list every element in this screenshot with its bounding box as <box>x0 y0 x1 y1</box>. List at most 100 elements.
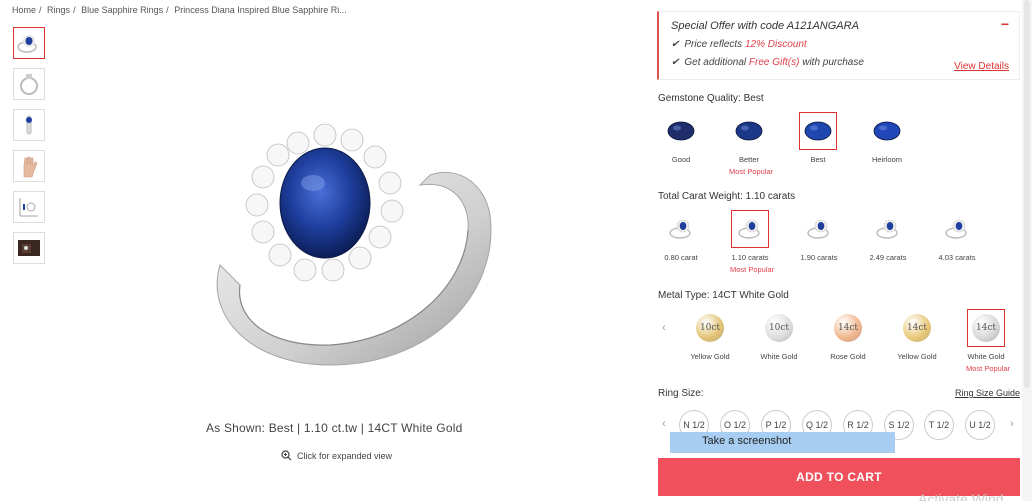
gemstone-quality-label: Gemstone Quality: Best <box>658 93 764 104</box>
gemstone-option[interactable]: Better Most Popular <box>729 112 774 176</box>
offer-discount-line: ✔ Price reflects 12% Discount <box>671 39 807 50</box>
ring-thumb-icon <box>738 219 760 239</box>
thumbnail-dimensions[interactable] <box>13 191 45 223</box>
thumbnail-list <box>13 27 47 273</box>
ring-thumb-icon <box>807 219 829 239</box>
view-details-link[interactable]: View Details <box>954 61 1009 72</box>
metal-type-label: Metal Type: 14CT White Gold <box>658 290 789 301</box>
breadcrumb-rings[interactable]: Rings <box>47 5 70 15</box>
metal-swatch: 14ct <box>898 309 936 347</box>
main-product-image[interactable] <box>180 115 510 385</box>
carat-option[interactable]: 0.80 carat <box>661 210 701 265</box>
screenshot-tooltip[interactable]: Take a screenshot <box>670 432 895 453</box>
dimensions-thumb-icon <box>19 198 38 217</box>
metal-option[interactable]: 14ct White Gold Most Popular <box>966 309 1011 373</box>
breadcrumb-current: Princess Diana Inspired Blue Sapphire Ri… <box>174 5 347 15</box>
carat-option[interactable]: 4.03 carats <box>937 210 977 265</box>
metal-prev-arrow[interactable]: ‹ <box>662 322 666 334</box>
carat-swatch <box>662 210 700 248</box>
carat-option-label: 2.49 carats <box>869 253 907 262</box>
metal-option[interactable]: 14ct Yellow Gold <box>897 309 937 364</box>
thumbnail-ring-front[interactable] <box>13 27 45 59</box>
metal-karat-badge: 10ct <box>765 314 793 342</box>
metal-option-label: White Gold <box>760 352 798 361</box>
gemstone-swatch <box>730 112 768 150</box>
thumbnail-hand[interactable] <box>13 150 45 182</box>
gemstone-option[interactable]: Best <box>798 112 838 167</box>
hand-thumb-icon <box>23 156 38 178</box>
carat-option-label: 1.10 carats <box>731 253 769 262</box>
metal-option-label: Rose Gold <box>830 352 866 361</box>
ring-thumb-icon <box>669 219 691 239</box>
most-popular-tag: Most Popular <box>966 364 1011 373</box>
expand-view-label: Click for expanded view <box>297 450 393 461</box>
oval-gem-icon <box>735 121 763 141</box>
ring-size-option[interactable]: U 1/2 <box>965 410 995 440</box>
scrollbar-thumb[interactable] <box>1024 0 1030 388</box>
metal-swatch: 14ct <box>967 309 1005 347</box>
most-popular-tag: Most Popular <box>730 265 775 274</box>
thumbnail-ring-side[interactable] <box>13 68 45 100</box>
carat-swatch <box>869 210 907 248</box>
gemstone-option-label: Better <box>738 155 759 164</box>
metal-swatch: 14ct <box>829 309 867 347</box>
carat-option-label: 0.80 carat <box>664 253 698 262</box>
breadcrumb-blue-sapphire-rings[interactable]: Blue Sapphire Rings <box>81 5 163 15</box>
metal-option[interactable]: 10ct Yellow Gold <box>690 309 730 364</box>
metal-karat-badge: 14ct <box>972 314 1000 342</box>
metal-option[interactable]: 10ct White Gold <box>759 309 799 364</box>
carat-swatch <box>938 210 976 248</box>
oval-gem-icon <box>667 121 695 141</box>
ring-size-label: Ring Size: <box>658 388 704 399</box>
check-icon: ✔ <box>671 57 680 68</box>
ring-profile-thumb-icon <box>26 115 32 135</box>
carat-swatch <box>731 210 769 248</box>
collapse-offer-button[interactable]: − <box>1001 16 1009 32</box>
carat-option-label: 4.03 carats <box>938 253 976 262</box>
metal-karat-badge: 14ct <box>834 314 862 342</box>
carat-option[interactable]: 1.90 carats <box>799 210 839 265</box>
oval-gem-icon <box>873 121 901 141</box>
metal-swatch: 10ct <box>691 309 729 347</box>
breadcrumb: Home / Rings / Blue Sapphire Rings / Prince… <box>12 5 347 15</box>
metal-option[interactable]: 14ct Rose Gold <box>828 309 868 364</box>
size-prev-arrow[interactable]: ‹ <box>662 418 666 430</box>
box-thumb-icon <box>18 240 40 256</box>
gemstone-option[interactable]: Good <box>661 112 701 167</box>
ring-size-option[interactable]: T 1/2 <box>924 410 954 440</box>
special-offer-panel: Special Offer with code A121ANGARA − ✔ P… <box>657 11 1020 80</box>
gemstone-option-label: Best <box>810 155 826 164</box>
ring-front-thumb-icon <box>17 35 37 53</box>
expand-view-link[interactable]: Click for expanded view <box>281 450 392 461</box>
most-popular-tag: Most Popular <box>729 167 774 176</box>
offer-title: Special Offer with code A121ANGARA <box>671 20 859 32</box>
metal-swatch: 10ct <box>760 309 798 347</box>
as-shown-caption: As Shown: Best | 1.10 ct.tw | 14CT White… <box>206 421 463 435</box>
carat-option[interactable]: 1.10 carats Most Popular <box>730 210 775 274</box>
gemstone-swatch <box>662 112 700 150</box>
metal-karat-badge: 14ct <box>903 314 931 342</box>
activate-windows-watermark: Activate Wind <box>918 491 1004 501</box>
metal-option-label: Yellow Gold <box>897 352 937 361</box>
gemstone-swatch <box>799 112 837 150</box>
ring-thumb-icon <box>945 219 967 239</box>
metal-karat-badge: 10ct <box>696 314 724 342</box>
carat-option[interactable]: 2.49 carats <box>868 210 908 265</box>
zoom-icon <box>281 450 292 461</box>
ring-size-guide-link[interactable]: Ring Size Guide <box>955 388 1020 398</box>
gemstone-option-label: Good <box>671 155 691 164</box>
thumbnail-ring-profile[interactable] <box>13 109 45 141</box>
metal-option-label: White Gold <box>967 352 1005 361</box>
ring-side-thumb-icon <box>20 74 38 95</box>
gemstone-swatch <box>868 112 906 150</box>
breadcrumb-home[interactable]: Home <box>12 5 36 15</box>
size-next-arrow[interactable]: › <box>1010 418 1014 430</box>
gemstone-option[interactable]: Heirloom <box>867 112 907 167</box>
carat-weight-label: Total Carat Weight: 1.10 carats <box>658 191 796 202</box>
scrollbar[interactable] <box>1022 0 1032 501</box>
carat-option-label: 1.90 carats <box>800 253 838 262</box>
check-icon: ✔ <box>671 39 680 50</box>
ring-thumb-icon <box>876 219 898 239</box>
gemstone-option-label: Heirloom <box>871 155 902 164</box>
thumbnail-box[interactable] <box>13 232 45 264</box>
